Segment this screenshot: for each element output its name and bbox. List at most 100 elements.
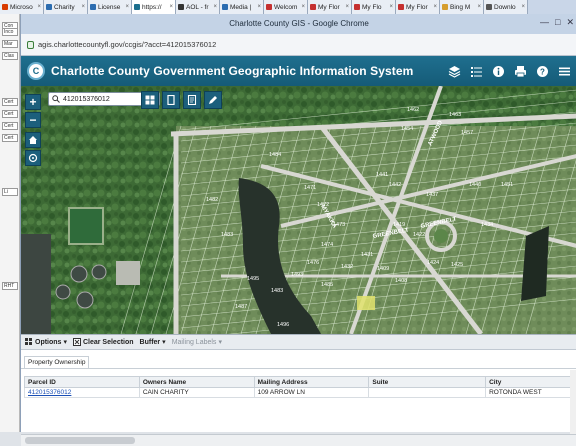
browser-tab[interactable]: Media |× bbox=[220, 0, 264, 14]
list-icon[interactable] bbox=[469, 64, 483, 78]
browser-tab-label: https:// bbox=[142, 4, 162, 11]
favicon-icon bbox=[398, 4, 404, 10]
menu-icon[interactable] bbox=[557, 64, 571, 78]
browser-tab[interactable]: https:// × bbox=[132, 0, 176, 14]
clear-selection-button[interactable]: Clear Selection bbox=[73, 338, 134, 346]
browser-tab[interactable]: Charity× bbox=[44, 0, 88, 14]
aerial-map[interactable]: 1482148314841471147214731474147614621463… bbox=[21, 86, 576, 334]
close-tab-icon[interactable]: × bbox=[477, 4, 481, 10]
close-tab-icon[interactable]: × bbox=[81, 4, 85, 10]
parcel-number-label: 1487 bbox=[235, 304, 247, 310]
grid-tool-button[interactable] bbox=[141, 91, 159, 109]
locate-button[interactable] bbox=[25, 150, 41, 166]
maximize-icon[interactable]: □ bbox=[555, 17, 560, 28]
parcel-number-label: 1442 bbox=[389, 182, 401, 188]
chevron-down-icon: ▾ bbox=[162, 338, 166, 346]
info-icon[interactable] bbox=[491, 64, 505, 78]
browser-tab-label: Microso bbox=[10, 4, 33, 11]
parcel-number-label: 1484 bbox=[269, 152, 281, 158]
table-row[interactable]: 412015376012CAIN CHARITY109 ARROW LNROTO… bbox=[25, 388, 576, 398]
pencil-icon bbox=[208, 95, 218, 105]
chevron-down-icon: ▾ bbox=[218, 338, 222, 346]
close-tab-icon[interactable]: × bbox=[433, 4, 437, 10]
parcel-number-label: 1408 bbox=[395, 278, 407, 284]
browser-tab-label: Welcom bbox=[274, 4, 297, 11]
close-tab-icon[interactable]: × bbox=[125, 4, 129, 10]
column-header[interactable]: Suite bbox=[369, 377, 486, 388]
parcel-number-label: 1476 bbox=[307, 260, 319, 266]
map-frame-icon bbox=[166, 95, 176, 105]
options-menu[interactable]: Options ▾ bbox=[25, 338, 67, 346]
layers-icon[interactable] bbox=[447, 64, 461, 78]
zoom-in-button[interactable]: + bbox=[25, 94, 41, 110]
column-header[interactable]: Owners Name bbox=[139, 377, 254, 388]
background-app-strip: ConIncoMarClasCertCertCertCertLiRHT bbox=[0, 14, 20, 432]
column-header[interactable]: Parcel ID bbox=[25, 377, 140, 388]
options-label: Options bbox=[35, 339, 61, 346]
close-tab-icon[interactable]: × bbox=[213, 4, 217, 10]
home-button[interactable] bbox=[25, 132, 41, 148]
document-tool-button[interactable] bbox=[183, 91, 201, 109]
parcel-number-label: 1493 bbox=[291, 272, 303, 278]
document-icon bbox=[187, 95, 197, 105]
help-icon[interactable]: ? bbox=[535, 64, 549, 78]
parcel-number-label: 1441 bbox=[376, 172, 388, 178]
table-header-row: Parcel IDOwners NameMailing AddressSuite… bbox=[25, 377, 576, 388]
browser-tab[interactable]: My Flo× bbox=[352, 0, 396, 14]
background-field: Cert bbox=[2, 110, 18, 118]
horizontal-scrollbar[interactable] bbox=[21, 434, 576, 446]
browser-tab[interactable]: Downlo× bbox=[484, 0, 528, 14]
close-tab-icon[interactable]: × bbox=[345, 4, 349, 10]
close-tab-icon[interactable]: × bbox=[257, 4, 261, 10]
tab-divider bbox=[21, 368, 576, 369]
selected-parcel[interactable] bbox=[357, 296, 375, 310]
clear-icon bbox=[73, 338, 81, 346]
favicon-icon bbox=[486, 4, 492, 10]
column-header[interactable]: Mailing Address bbox=[254, 377, 369, 388]
browser-tab[interactable]: Microso × bbox=[0, 0, 44, 14]
vertical-scrollbar[interactable] bbox=[570, 370, 576, 434]
close-tab-icon[interactable]: × bbox=[301, 4, 305, 10]
close-tab-icon[interactable]: × bbox=[389, 4, 393, 10]
print-icon[interactable] bbox=[513, 64, 527, 78]
address-bar[interactable]: agis.charlottecountyfl.gov/ccgis/?acct=4… bbox=[21, 34, 576, 56]
parcel-id-link[interactable]: 412015376012 bbox=[28, 389, 71, 396]
url-text[interactable]: agis.charlottecountyfl.gov/ccgis/?acct=4… bbox=[38, 40, 216, 49]
parcel-id-cell[interactable]: 412015376012 bbox=[25, 388, 140, 398]
browser-tab[interactable]: Bing M× bbox=[440, 0, 484, 14]
tab-property-ownership[interactable]: Property Ownership bbox=[24, 356, 89, 368]
search-icon[interactable] bbox=[52, 95, 60, 103]
close-tab-icon[interactable]: × bbox=[169, 4, 173, 10]
search-input[interactable]: 412015376012 bbox=[63, 96, 110, 103]
buffer-menu[interactable]: Buffer ▾ bbox=[140, 338, 166, 346]
close-tab-icon[interactable]: × bbox=[521, 4, 525, 10]
favicon-icon bbox=[310, 4, 316, 10]
column-header[interactable]: City bbox=[486, 377, 576, 388]
minimize-icon[interactable]: — bbox=[540, 17, 549, 28]
browser-tab[interactable]: License× bbox=[88, 0, 132, 14]
draw-tool-button[interactable] bbox=[204, 91, 222, 109]
results-panel: Property Ownership Parcel IDOwners NameM… bbox=[21, 350, 576, 432]
clear-selection-label: Clear Selection bbox=[83, 339, 134, 346]
map-view[interactable]: 1482148314841471147214731474147614621463… bbox=[21, 86, 576, 334]
parcel-number-label: 1440 bbox=[469, 182, 481, 188]
close-tab-icon[interactable]: × bbox=[37, 4, 41, 10]
browser-tab[interactable]: My Flor× bbox=[396, 0, 440, 14]
close-icon[interactable]: ✕ bbox=[566, 17, 574, 28]
background-field: Mar bbox=[2, 40, 18, 48]
map-frame-tool-button[interactable] bbox=[162, 91, 180, 109]
parcel-number-label: 1422 bbox=[413, 232, 425, 238]
zoom-out-button[interactable]: − bbox=[25, 112, 41, 128]
browser-tab[interactable]: My Flor× bbox=[308, 0, 352, 14]
browser-tab[interactable]: Welcom × bbox=[264, 0, 308, 14]
browser-tab[interactable]: AOL - fr× bbox=[176, 0, 220, 14]
parcel-number-label: 1496 bbox=[277, 322, 289, 328]
parcel-number-label: 1485 bbox=[321, 282, 333, 288]
scroll-thumb[interactable] bbox=[25, 437, 135, 444]
mailing-labels-menu[interactable]: Mailing Labels ▾ bbox=[172, 338, 222, 346]
parcel-number-label: 1474 bbox=[321, 242, 333, 248]
results-toolbar: Options ▾ Clear Selection Buffer ▾ Maili… bbox=[21, 334, 576, 350]
grid-small-icon bbox=[25, 338, 33, 346]
background-field: Cert bbox=[2, 122, 18, 130]
parcel-number-label: 1463 bbox=[449, 112, 461, 118]
